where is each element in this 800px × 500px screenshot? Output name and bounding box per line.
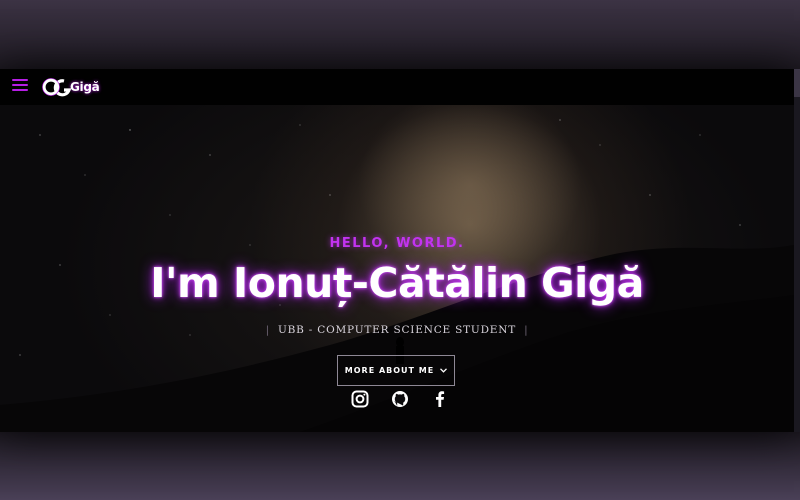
logo-text: Gigă bbox=[70, 80, 100, 94]
browser-viewport: Gigă HELLO, WORLD. I'm Ionuț-Cătălin Gig… bbox=[0, 69, 794, 432]
greeting-text: HELLO, WORLD. bbox=[329, 236, 465, 251]
page-scrollbar[interactable] bbox=[794, 69, 800, 432]
instagram-icon[interactable] bbox=[351, 390, 369, 408]
site-logo[interactable]: Gigă bbox=[42, 77, 100, 97]
hero-subtitle: | UBB - COMPUTER SCIENCE STUDENT | bbox=[0, 324, 794, 336]
subtitle-divider-left: | bbox=[265, 324, 270, 336]
more-about-me-button[interactable]: MORE ABOUT ME bbox=[337, 355, 455, 386]
subtitle-text: UBB - COMPUTER SCIENCE STUDENT bbox=[277, 324, 517, 336]
scrollbar-thumb[interactable] bbox=[794, 69, 800, 97]
facebook-icon[interactable] bbox=[431, 390, 449, 408]
hero-title: I'm Ionuț-Cătălin Gigă bbox=[150, 259, 644, 307]
more-about-me-label: MORE ABOUT ME bbox=[344, 366, 435, 375]
logo-mark-icon bbox=[42, 78, 72, 97]
chevron-down-icon bbox=[440, 368, 448, 373]
subtitle-divider-right: | bbox=[524, 324, 529, 336]
github-icon[interactable] bbox=[391, 390, 409, 408]
hamburger-menu-icon[interactable] bbox=[12, 79, 28, 95]
navbar: Gigă bbox=[0, 69, 794, 105]
